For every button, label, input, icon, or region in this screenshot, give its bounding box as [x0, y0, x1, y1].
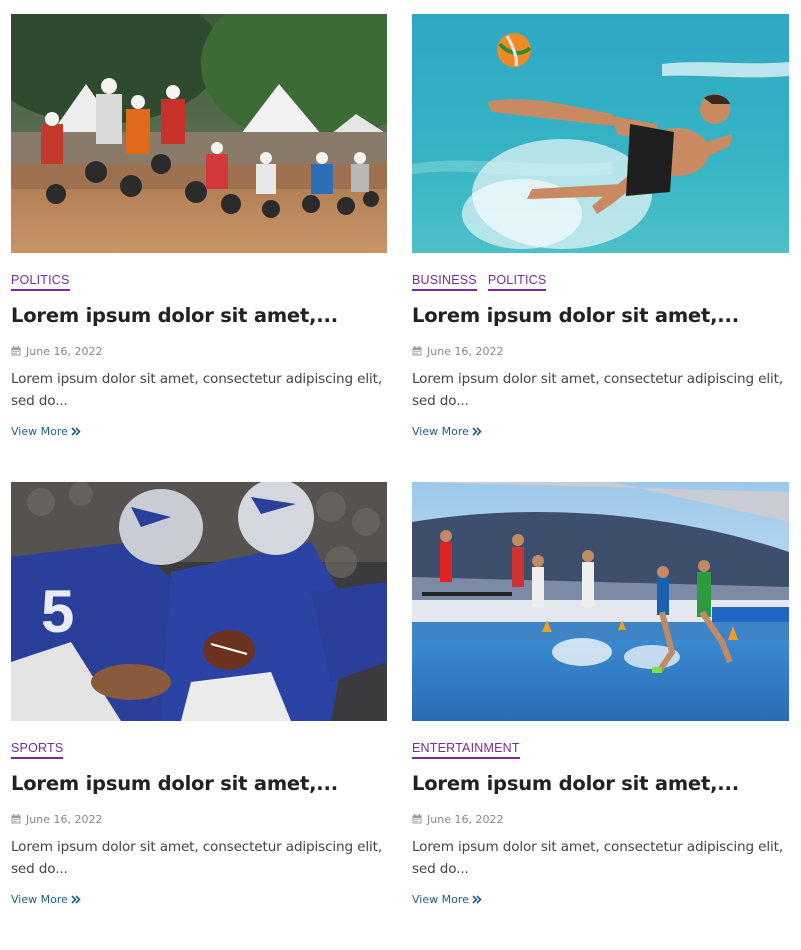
post-thumbnail-motocross[interactable] — [11, 14, 387, 253]
post-thumbnail-football[interactable]: 5 — [11, 482, 387, 721]
view-more-label: View More — [11, 893, 68, 906]
post-date: June 16, 2022 — [11, 812, 387, 826]
category-list: ENTERTAINMENT — [412, 740, 789, 760]
category-tag[interactable]: POLITICS — [11, 272, 70, 291]
calendar-icon — [412, 346, 422, 356]
category-list: SPORTS — [11, 740, 387, 760]
category-list: POLITICS — [11, 272, 387, 292]
post-thumbnail-steeplechase[interactable] — [412, 482, 789, 721]
post-excerpt: Lorem ipsum dolor sit amet, consectetur … — [11, 371, 382, 409]
post-date-text: June 16, 2022 — [26, 344, 103, 358]
double-chevron-right-icon — [472, 427, 482, 436]
american-football-photo: 5 — [11, 482, 387, 721]
view-more-label: View More — [412, 893, 469, 906]
post-excerpt: Lorem ipsum dolor sit amet, consectetur … — [412, 371, 783, 409]
view-more-label: View More — [412, 425, 469, 438]
calendar-icon — [11, 814, 21, 824]
post-date-text: June 16, 2022 — [26, 812, 103, 826]
steeplechase-photo — [412, 482, 789, 721]
calendar-icon — [11, 346, 21, 356]
view-more-link[interactable]: View More — [11, 425, 81, 438]
double-chevron-right-icon — [472, 895, 482, 904]
post-excerpt: Lorem ipsum dolor sit amet, consectetur … — [11, 839, 382, 877]
view-more-link[interactable]: View More — [412, 425, 482, 438]
calendar-icon — [412, 814, 422, 824]
post-title[interactable]: Lorem ipsum dolor sit amet,... — [11, 771, 387, 797]
post-date: June 16, 2022 — [412, 812, 789, 826]
beach-soccer-photo — [412, 14, 789, 253]
double-chevron-right-icon — [71, 895, 81, 904]
post-thumbnail-beach-soccer[interactable] — [412, 14, 789, 253]
post-card: 5 SPORTS Lorem ipsum dolor sit amet,... … — [11, 482, 387, 950]
post-date-text: June 16, 2022 — [427, 344, 504, 358]
view-more-link[interactable]: View More — [412, 893, 482, 906]
post-title[interactable]: Lorem ipsum dolor sit amet,... — [412, 771, 789, 797]
post-date-text: June 16, 2022 — [427, 812, 504, 826]
post-card: ENTERTAINMENT Lorem ipsum dolor sit amet… — [412, 482, 789, 950]
double-chevron-right-icon — [71, 427, 81, 436]
view-more-link[interactable]: View More — [11, 893, 81, 906]
motocross-photo — [11, 14, 387, 253]
post-card: BUSINESS POLITICS Lorem ipsum dolor sit … — [412, 14, 789, 482]
post-title[interactable]: Lorem ipsum dolor sit amet,... — [11, 303, 387, 329]
category-tag[interactable]: POLITICS — [487, 272, 547, 291]
view-more-label: View More — [11, 425, 68, 438]
post-grid: POLITICS Lorem ipsum dolor sit amet,... … — [11, 14, 789, 950]
category-list: BUSINESS POLITICS — [412, 272, 789, 292]
post-title[interactable]: Lorem ipsum dolor sit amet,... — [412, 303, 789, 329]
svg-text:5: 5 — [41, 578, 74, 645]
post-date: June 16, 2022 — [11, 344, 387, 358]
category-tag[interactable]: ENTERTAINMENT — [412, 740, 520, 759]
category-tag[interactable]: SPORTS — [11, 740, 64, 759]
post-card: POLITICS Lorem ipsum dolor sit amet,... … — [11, 14, 387, 482]
post-excerpt: Lorem ipsum dolor sit amet, consectetur … — [412, 839, 783, 877]
category-tag[interactable]: BUSINESS — [412, 272, 477, 291]
post-date: June 16, 2022 — [412, 344, 789, 358]
